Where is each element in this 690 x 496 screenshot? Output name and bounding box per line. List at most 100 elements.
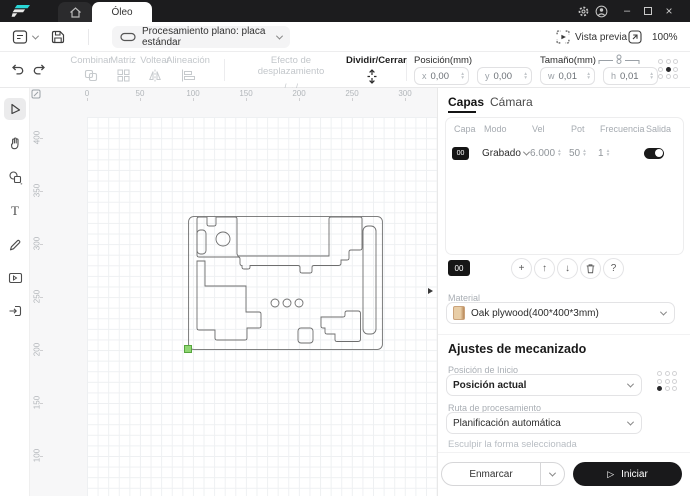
- layer-power-input[interactable]: 50: [569, 148, 598, 159]
- design-hole-3[interactable]: [295, 299, 303, 307]
- machine-selector-label: Procesamiento plano: placa estándar: [142, 26, 271, 48]
- settings-gear-icon[interactable]: [576, 0, 590, 22]
- cursor-icon: [8, 102, 22, 116]
- pen-tool[interactable]: [4, 234, 26, 256]
- design-hole-large[interactable]: [216, 232, 230, 246]
- redo-button[interactable]: [33, 62, 47, 76]
- maximize-button[interactable]: [641, 0, 655, 22]
- preview-button[interactable]: Vista previa: [556, 22, 627, 52]
- anchor-point-selector[interactable]: [658, 59, 678, 79]
- start-anchor-selector[interactable]: [657, 371, 677, 391]
- x-value: 0,00: [431, 71, 458, 82]
- frame-button[interactable]: Enmarcar: [441, 462, 565, 486]
- size-h-input[interactable]: h 0,01: [603, 67, 658, 85]
- design-square-small[interactable]: [298, 328, 313, 343]
- stepper-icon[interactable]: [461, 72, 464, 81]
- pan-tool[interactable]: [4, 132, 26, 154]
- text-tool[interactable]: T: [4, 200, 26, 222]
- design-hole-2[interactable]: [283, 299, 291, 307]
- selected-layer-badge[interactable]: 00: [448, 260, 470, 276]
- array-button[interactable]: Matriz: [106, 55, 140, 87]
- position-y-input[interactable]: y 0,00: [477, 67, 532, 85]
- tab-layers-underline: [448, 111, 476, 113]
- toolbar-separator: [88, 29, 89, 45]
- stepper-icon[interactable]: [558, 149, 561, 158]
- new-file-button[interactable]: [12, 29, 38, 45]
- right-panel: Capas Cámara Capa Modo Vel Pot Frecuenci…: [437, 88, 690, 496]
- fit-view-button[interactable]: [628, 30, 642, 44]
- help-button[interactable]: ?: [603, 258, 624, 279]
- frame-options-button[interactable]: [540, 463, 564, 485]
- app-logo-icon[interactable]: [10, 4, 34, 18]
- save-button[interactable]: [50, 29, 66, 45]
- divider: [438, 334, 690, 335]
- design-slot-tall[interactable]: [363, 226, 376, 334]
- file-icon: [12, 29, 29, 45]
- stepper-icon[interactable]: [607, 149, 610, 158]
- x-prefix: x: [422, 71, 427, 81]
- layer-mode-select[interactable]: Grabado: [482, 148, 530, 159]
- import-tool[interactable]: [4, 300, 26, 322]
- position-x-input[interactable]: x 0,00: [414, 67, 469, 85]
- tab-layers[interactable]: Capas: [448, 95, 484, 109]
- machine-selector[interactable]: Procesamiento plano: placa estándar: [112, 26, 290, 48]
- selection-handle[interactable]: [184, 345, 192, 353]
- chevron-down-icon: [660, 308, 667, 315]
- size-w-input[interactable]: w 0,01: [540, 67, 595, 85]
- start-position-select[interactable]: Posición actual: [446, 374, 642, 396]
- text-tool-icon: T: [11, 203, 19, 219]
- close-button[interactable]: ×: [662, 0, 676, 22]
- canvas-fit-icon[interactable]: [31, 89, 41, 99]
- route-select[interactable]: Planificación automática: [446, 412, 642, 434]
- design-shape-bottom-right[interactable]: [321, 311, 361, 342]
- divide-icon: [366, 69, 378, 84]
- machine-bed-icon: [120, 32, 136, 42]
- document-tab[interactable]: Óleo: [92, 2, 152, 22]
- layer-row[interactable]: 00 Grabado 6.000 50 1: [446, 140, 683, 166]
- home-tab[interactable]: [58, 2, 92, 22]
- start-button[interactable]: Iniciar: [573, 462, 682, 486]
- account-icon[interactable]: [594, 0, 608, 22]
- tab-camera[interactable]: Cámara: [490, 95, 533, 109]
- wood-swatch-icon: [453, 306, 465, 320]
- panel-collapse-arrow[interactable]: [428, 288, 433, 294]
- offset-label: Efecto de desplazamiento: [240, 55, 342, 77]
- select-tool[interactable]: [4, 98, 26, 120]
- minimize-button[interactable]: –: [620, 0, 634, 22]
- flip-icon: [148, 69, 162, 82]
- move-layer-up-button[interactable]: ↑: [534, 258, 555, 279]
- canvas-area[interactable]: 0 50 100 150 200 250 300 400 350 300 250…: [30, 88, 437, 496]
- design-shape-left[interactable]: [197, 261, 261, 340]
- sculpt-label: Esculpir la forma seleccionada: [448, 439, 577, 450]
- divide-button[interactable]: Dividir/Cerrar: [346, 55, 398, 89]
- stepper-icon[interactable]: [583, 149, 586, 158]
- design-slot-small[interactable]: [197, 230, 206, 254]
- delete-layer-button[interactable]: [580, 258, 601, 279]
- fit-view-icon: [628, 30, 642, 44]
- layer-output-toggle[interactable]: [644, 148, 664, 159]
- undo-button[interactable]: [10, 62, 24, 76]
- design-drawing[interactable]: [188, 216, 383, 350]
- design-hole-1[interactable]: [271, 299, 279, 307]
- w-prefix: w: [548, 71, 555, 81]
- stepper-icon[interactable]: [650, 72, 653, 81]
- material-select[interactable]: Oak plywood(400*400*3mm): [446, 302, 675, 324]
- lock-ratio-icon[interactable]: [596, 54, 642, 65]
- y-prefix: y: [485, 71, 490, 81]
- add-layer-button[interactable]: +: [511, 258, 532, 279]
- layer-color-swatch[interactable]: 00: [452, 147, 469, 160]
- media-tool[interactable]: [4, 267, 26, 289]
- stepper-icon[interactable]: [587, 72, 590, 81]
- stepper-icon[interactable]: [524, 72, 527, 81]
- design-shape-top[interactable]: [197, 217, 362, 273]
- shapes-tool[interactable]: [4, 166, 26, 188]
- design-outline[interactable]: [189, 217, 383, 350]
- layer-speed-input[interactable]: 6.000: [530, 148, 569, 159]
- array-label: Matriz: [106, 55, 140, 66]
- align-button[interactable]: Alineación: [162, 55, 214, 87]
- start-position-value: Posición actual: [453, 380, 622, 391]
- move-layer-down-button[interactable]: ↓: [557, 258, 578, 279]
- layer-table: Capa Modo Vel Pot Frecuencia Salida 00 G…: [445, 117, 684, 255]
- zoom-level[interactable]: 100%: [652, 22, 678, 52]
- layer-frequency-input[interactable]: 1: [598, 148, 644, 159]
